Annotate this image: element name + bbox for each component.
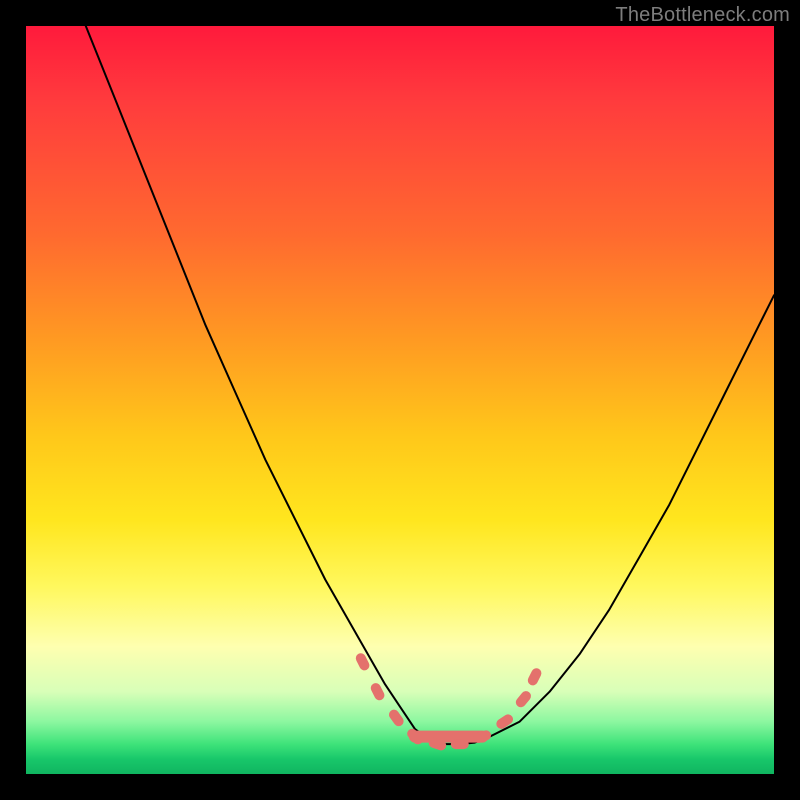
outer-frame: TheBottleneck.com [0, 0, 800, 800]
curve-marker [514, 689, 533, 709]
watermark-text: TheBottleneck.com [615, 4, 790, 27]
plot-area [26, 26, 774, 774]
curve-marker [526, 667, 543, 688]
curve-group [86, 26, 774, 744]
curve-marker [451, 739, 469, 749]
bottleneck-chart-svg [26, 26, 774, 774]
marker-group [354, 652, 543, 752]
bottleneck-curve-path [86, 26, 774, 744]
curve-marker [369, 681, 386, 702]
curve-marker [405, 727, 425, 747]
